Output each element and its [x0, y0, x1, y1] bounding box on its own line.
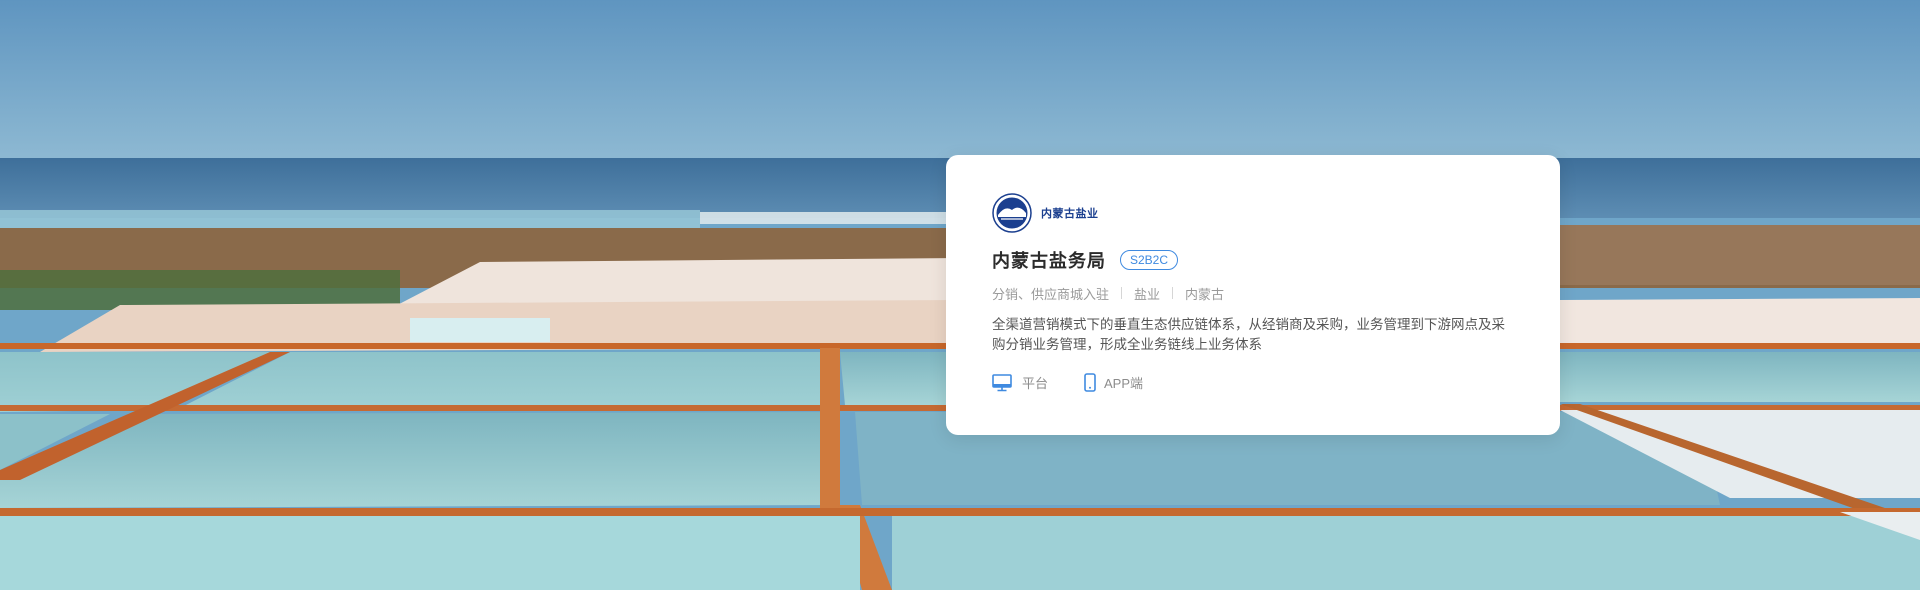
tag-item: 分销、供应商城入驻: [992, 287, 1110, 303]
tag-item: 内蒙古: [1185, 287, 1225, 303]
desktop-monitor-icon: [992, 373, 1012, 391]
platform-row: 平台 APP端: [992, 373, 1514, 392]
company-info-card[interactable]: 内蒙古盐业 内蒙古盐务局 S2B2C 分销、供应商城入驻 盐业 内蒙古 全渠道营…: [946, 155, 1560, 435]
mobile-phone-icon: [1084, 373, 1096, 392]
tags-row: 分销、供应商城入驻 盐业 内蒙古: [992, 283, 1514, 303]
tag-divider: [1121, 287, 1123, 299]
brand-name: 内蒙古盐业: [1041, 207, 1099, 220]
platform-label: APP端: [1104, 376, 1144, 391]
platform-web: 平台: [992, 373, 1048, 392]
hero-banner: 内蒙古盐业 内蒙古盐务局 S2B2C 分销、供应商城入驻 盐业 内蒙古 全渠道营…: [0, 0, 1920, 590]
platform-app: APP端: [1084, 373, 1143, 392]
tag-item: 盐业: [1134, 287, 1161, 303]
tag-divider: [1172, 287, 1174, 299]
title-row: 内蒙古盐务局 S2B2C: [992, 247, 1514, 273]
company-title: 内蒙古盐务局: [992, 251, 1106, 272]
company-description: 全渠道营销模式下的垂直生态供应链体系，从经销商及采购，业务管理到下游网点及采购分…: [992, 317, 1505, 353]
brand-row: 内蒙古盐业: [992, 193, 1514, 233]
model-badge: S2B2C: [1120, 250, 1179, 270]
platform-label: 平台: [1022, 377, 1049, 392]
inner-mongolia-salt-emblem-icon: [992, 193, 1032, 233]
